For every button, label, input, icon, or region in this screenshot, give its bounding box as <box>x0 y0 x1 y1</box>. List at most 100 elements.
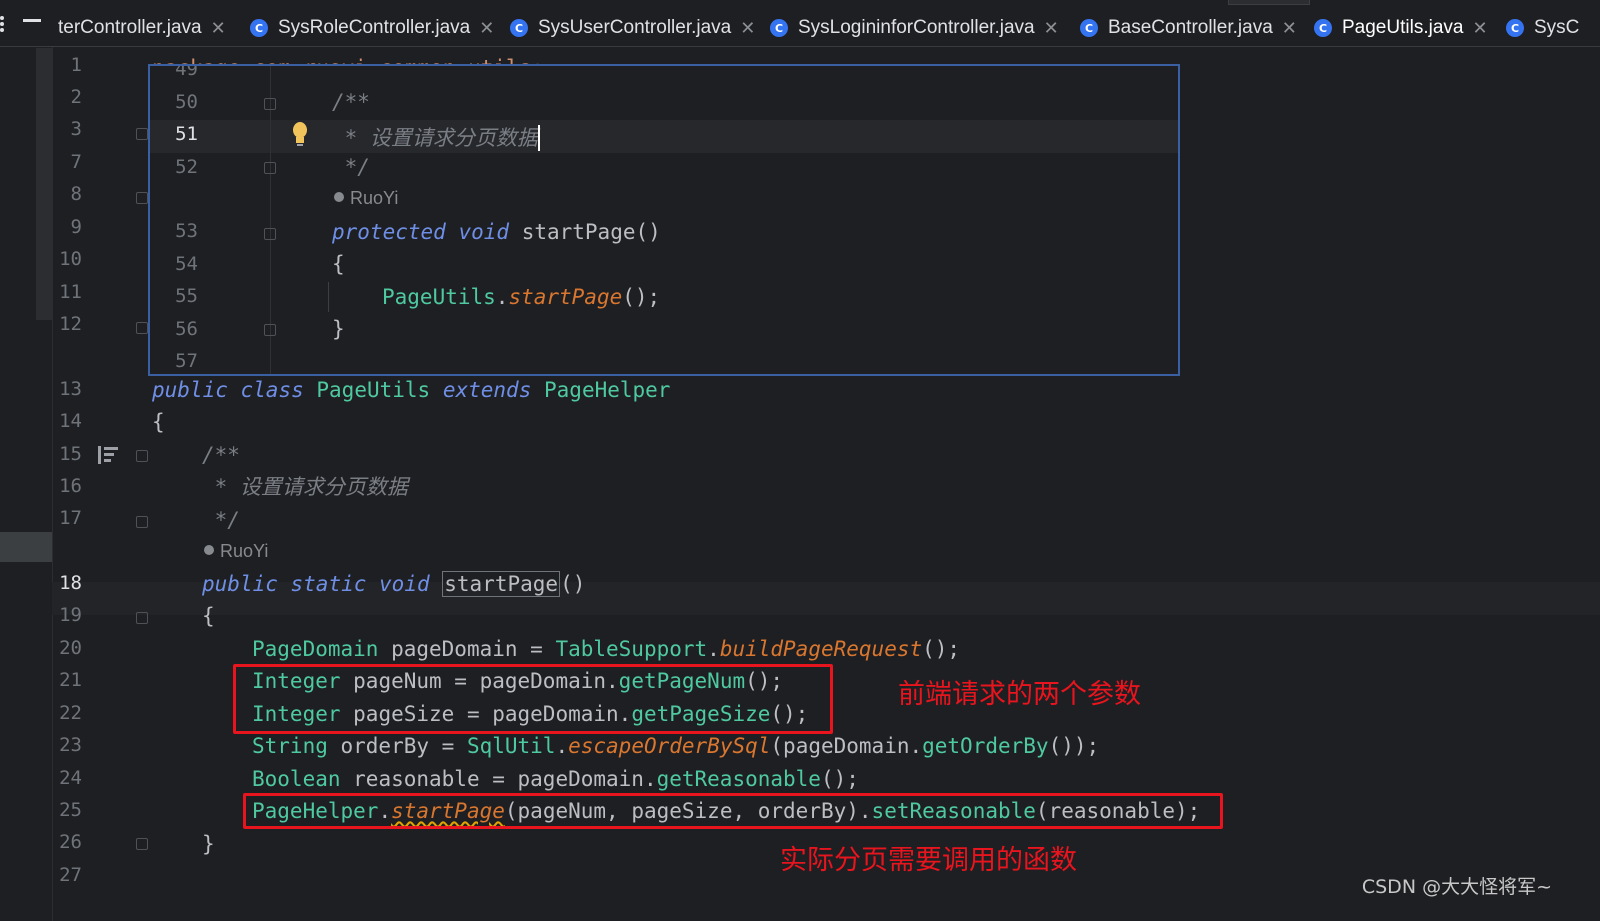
keyword: void <box>458 220 510 244</box>
popup-line-number: 55 <box>175 285 198 307</box>
keyword: static <box>290 572 367 596</box>
method-call: getReasonable <box>656 767 821 791</box>
static-method: startPage <box>508 285 623 309</box>
code-text: (); <box>922 637 961 661</box>
line-number: 14 <box>59 410 82 432</box>
person-icon <box>204 545 214 556</box>
close-icon[interactable]: ✕ <box>479 18 494 39</box>
close-icon[interactable]: ✕ <box>1044 18 1059 39</box>
class-name: PageUtils <box>382 285 496 309</box>
popup-line-number: 50 <box>175 91 198 113</box>
tab-basecontroller[interactable]: C BaseController.java ✕ <box>1080 10 1297 46</box>
line-number: 9 <box>70 216 82 238</box>
code-text: pageDomain = <box>378 637 556 661</box>
code-line-24: Boolean reasonable = pageDomain.getReaso… <box>252 763 859 795</box>
definition-preview-popup[interactable]: 49 50 51 52 53 54 55 56 57 /** * 设置请求分页数… <box>148 64 1180 376</box>
code-line-20: PageDomain pageDomain = TableSupport.bui… <box>252 633 960 665</box>
line-number: 27 <box>59 864 82 886</box>
line-number: 11 <box>59 281 82 303</box>
tab-label: terController.java <box>58 17 202 38</box>
line-number: 8 <box>70 183 82 205</box>
fold-marker-icon[interactable] <box>264 324 276 336</box>
static-method: escapeOrderBySql <box>568 734 771 758</box>
popup-code-line-50: /** <box>332 86 370 118</box>
comment: * 设置请求分页数据 <box>202 475 408 499</box>
menu-icon[interactable] <box>0 14 16 34</box>
popup-line-number: 54 <box>175 253 198 275</box>
fold-marker-icon[interactable] <box>136 192 148 204</box>
line-number: 16 <box>59 475 82 497</box>
popup-line-number: 49 <box>175 64 198 80</box>
strip-highlight <box>0 532 52 562</box>
annotation-func-note: 实际分页需要调用的函数 <box>780 845 1077 876</box>
code-line-18: public static void startPage() <box>202 568 585 600</box>
line-number: 3 <box>70 118 82 140</box>
fold-marker-icon[interactable] <box>264 228 276 240</box>
author-hint[interactable]: RuoYi <box>334 188 398 209</box>
code-line-19: { <box>202 600 215 632</box>
close-icon[interactable]: ✕ <box>211 18 226 39</box>
line-number-current: 18 <box>59 572 82 594</box>
close-icon[interactable]: ✕ <box>1472 18 1487 39</box>
line-number: 25 <box>59 799 82 821</box>
author-hint[interactable]: RuoYi <box>204 541 268 562</box>
popup-line-number: 52 <box>175 156 198 178</box>
line-number: 10 <box>59 248 82 270</box>
tab-sysrolecontroller[interactable]: C SysRoleController.java ✕ <box>250 10 494 46</box>
method-name: startPage <box>521 220 636 244</box>
annotation-box-startpage <box>243 793 1223 829</box>
code-line-26: } <box>202 828 215 860</box>
fold-marker-icon[interactable] <box>136 838 148 850</box>
code-line-17: */ <box>202 504 240 536</box>
tab-pageutils[interactable]: C PageUtils.java ✕ <box>1302 10 1502 46</box>
line-number: 21 <box>59 669 82 691</box>
close-icon[interactable]: ✕ <box>1282 18 1297 39</box>
type-name: String <box>252 734 328 758</box>
brace: } <box>202 832 215 856</box>
popup-code-line-54: { <box>332 248 345 280</box>
close-icon[interactable]: ✕ <box>740 18 755 39</box>
fold-marker-icon[interactable] <box>136 612 148 624</box>
type-name: Boolean <box>252 767 341 791</box>
comment: */ <box>202 508 240 532</box>
line-number: 1 <box>70 54 82 76</box>
line-number: 20 <box>59 637 82 659</box>
fold-marker-icon[interactable] <box>264 162 276 174</box>
class-name: PageUtils <box>316 378 431 402</box>
fold-marker-icon[interactable] <box>264 98 276 110</box>
lightbulb-icon[interactable] <box>292 122 308 148</box>
class-name: SqlUtil <box>466 734 556 758</box>
method-name-startpage[interactable]: startPage <box>442 571 561 597</box>
comment: /** <box>202 443 240 467</box>
fold-marker-icon[interactable] <box>136 516 148 528</box>
fold-marker-icon[interactable] <box>136 322 148 334</box>
brace: { <box>202 604 215 628</box>
code-text: (); <box>622 285 661 309</box>
popup-code-line-53: protected void startPage() <box>332 216 661 248</box>
comment: /** <box>332 90 370 114</box>
c-class-icon: C <box>510 19 528 37</box>
code-text: (pageDomain. <box>770 734 923 758</box>
tab-tercontroller[interactable]: terController.java ✕ <box>58 10 226 46</box>
text-caret <box>537 125 540 151</box>
tab-syslogininforcontroller[interactable]: C SysLogininforController.java ✕ <box>770 10 1059 46</box>
minimize-icon[interactable] <box>23 19 41 22</box>
author-name: RuoYi <box>350 188 399 208</box>
c-class-icon: C <box>1314 19 1332 37</box>
line-number: 26 <box>59 831 82 853</box>
popup-line-number-current: 51 <box>175 123 198 145</box>
code-text: . <box>707 637 720 661</box>
comment: * 设置请求分页数据 <box>332 126 538 150</box>
keyword: class <box>240 378 304 402</box>
line-number: 2 <box>70 86 82 108</box>
comment: */ <box>332 155 370 179</box>
toolbar-strip <box>1228 0 1310 5</box>
method-call: getOrderBy <box>922 734 1049 758</box>
fold-marker-icon[interactable] <box>136 450 148 462</box>
format-doc-icon[interactable] <box>98 446 118 464</box>
fold-marker-icon[interactable] <box>136 128 148 140</box>
c-class-icon: C <box>250 19 268 37</box>
tab-sysc[interactable]: C SysC <box>1506 10 1579 46</box>
tab-sysusercontroller[interactable]: C SysUserController.java ✕ <box>510 10 755 46</box>
brace: { <box>332 252 345 276</box>
